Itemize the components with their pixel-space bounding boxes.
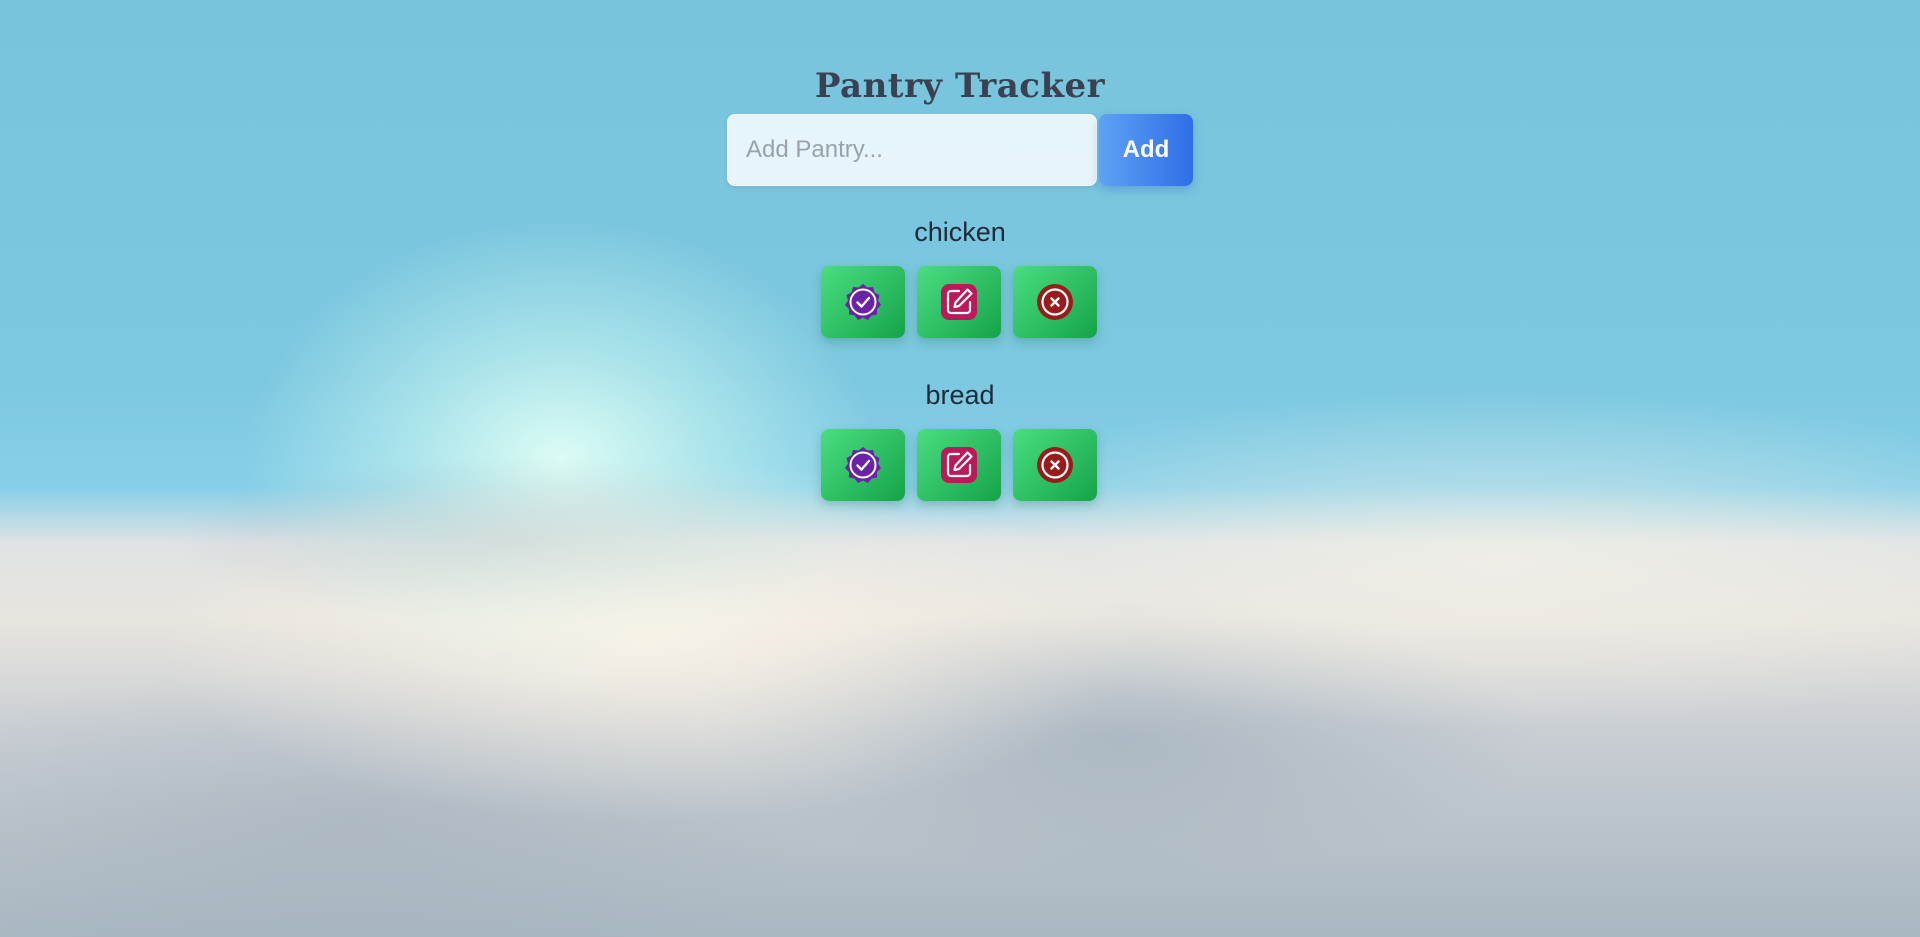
complete-button[interactable]: [821, 429, 905, 501]
delete-button[interactable]: [1013, 429, 1097, 501]
circle-x-icon: [1037, 447, 1073, 483]
edit-pencil-icon: [941, 284, 977, 320]
item-name: bread: [925, 380, 995, 410]
add-pantry-form: Add: [727, 114, 1193, 186]
edit-button[interactable]: [917, 266, 1001, 338]
item-actions: [821, 266, 1099, 338]
item-name: chicken: [914, 217, 1006, 247]
list-item: bread: [727, 375, 1193, 501]
edit-pencil-icon: [941, 447, 977, 483]
verified-check-icon: [845, 447, 881, 483]
delete-button[interactable]: [1013, 266, 1097, 338]
pantry-input[interactable]: [727, 114, 1097, 186]
list-item: chicken: [727, 212, 1193, 338]
add-button[interactable]: Add: [1099, 114, 1193, 186]
verified-check-icon: [845, 284, 881, 320]
page-title: Pantry Tracker: [814, 66, 1106, 106]
complete-button[interactable]: [821, 266, 905, 338]
pantry-app: Pantry Tracker Add chicken: [727, 58, 1193, 501]
circle-x-icon: [1037, 284, 1073, 320]
item-actions: [821, 429, 1099, 501]
edit-button[interactable]: [917, 429, 1001, 501]
